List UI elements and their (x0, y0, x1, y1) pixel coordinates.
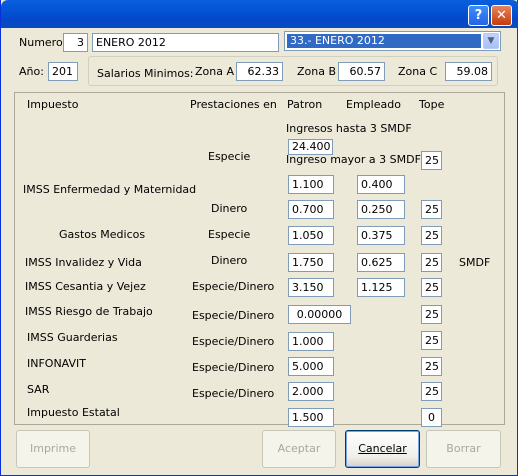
impuesto-estatal-label: Impuesto Estatal (27, 406, 120, 419)
riesgo-tope-field[interactable]: 25 (421, 305, 442, 324)
invalidez-empleado-field[interactable]: 0.625 (357, 253, 405, 272)
period-select-value: 33.- ENERO 2012 (287, 34, 481, 48)
dinero-tope-field[interactable]: 25 (421, 200, 442, 219)
especie-label: Especie (208, 150, 251, 163)
col-impuesto: Impuesto (27, 98, 79, 111)
guarderias-label: IMSS Guarderias (27, 331, 118, 344)
riesgo-label: IMSS Riesgo de Trabajo (25, 305, 153, 318)
dinero-label: Dinero (211, 202, 248, 215)
gastos-tope-field[interactable]: 25 (421, 226, 442, 245)
sar-prest-label: Especie/Dinero (192, 387, 275, 400)
infonavit-prest-label: Especie/Dinero (192, 361, 275, 374)
dinero-empleado-field[interactable]: 0.250 (357, 200, 405, 219)
guarderias-prest-label: Especie/Dinero (192, 335, 275, 348)
zona-b-field[interactable]: 60.57 (338, 62, 385, 81)
numero-label: Numero: (19, 36, 67, 49)
numero-field[interactable]: 3 (63, 33, 88, 52)
invalidez-label: IMSS Invalidez y Vida (25, 256, 142, 269)
gastos-patron-field[interactable]: 1.050 (288, 226, 334, 245)
salarios-label: Salarios Minimos: (97, 67, 194, 80)
dinero-patron-field[interactable]: 0.700 (288, 200, 334, 219)
cesantia-label: IMSS Cesantia y Vejez (25, 280, 146, 293)
especie-tope-field[interactable]: 25 (421, 151, 442, 170)
col-empleado: Empleado (346, 98, 401, 111)
infonavit-tope-field[interactable]: 25 (421, 357, 442, 376)
imss-enfermedad-label: IMSS Enfermedad y Maternidad (23, 183, 197, 196)
infonavit-label: INFONAVIT (27, 357, 86, 370)
periodo-field[interactable]: ENERO 2012 (92, 33, 279, 52)
title-bar: ? ✕ (1, 0, 518, 28)
ingresos-hasta-label: Ingresos hasta 3 SMDF (286, 122, 412, 135)
cesantia-empleado-field[interactable]: 1.125 (357, 278, 405, 297)
mayor-empleado-field[interactable]: 0.400 (357, 175, 405, 194)
cesantia-patron-field[interactable]: 3.150 (288, 278, 334, 297)
guarderias-patron-field[interactable]: 1.000 (288, 332, 334, 351)
invalidez-prest-label: Dinero (211, 254, 248, 267)
chevron-down-icon[interactable]: ▼ (483, 33, 499, 49)
estatal-tope-field[interactable]: 0 (421, 408, 442, 427)
zona-b-label: Zona B (297, 65, 337, 78)
period-select[interactable]: 33.- ENERO 2012 ▼ (284, 31, 501, 51)
guarderias-tope-field[interactable]: 25 (421, 331, 442, 350)
gastos-prest-label: Especie (208, 228, 251, 241)
invalidez-patron-field[interactable]: 1.750 (288, 253, 334, 272)
close-button[interactable]: ✕ (491, 5, 512, 26)
ingreso-mayor-label: Ingreso mayor a 3 SMDF (286, 153, 421, 166)
cesantia-tope-field[interactable]: 25 (421, 278, 442, 297)
cesantia-prest-label: Especie/Dinero (192, 280, 275, 293)
estatal-patron-field[interactable]: 1.500 (288, 408, 334, 427)
dialog-window: ? ✕ Numero: 3 ENERO 2012 33.- ENERO 2012… (0, 0, 518, 476)
col-patron: Patron (287, 98, 323, 111)
zona-c-field[interactable]: 59.08 (445, 62, 492, 81)
riesgo-patron-field[interactable]: 0.00000 (288, 305, 351, 324)
sar-tope-field[interactable]: 25 (421, 382, 442, 401)
riesgo-prest-label: Especie/Dinero (192, 309, 275, 322)
gastos-medicos-label: Gastos Medicos (59, 228, 146, 241)
invalidez-tope-field[interactable]: 25 (421, 253, 442, 272)
smdf-label: SMDF (459, 256, 491, 269)
infonavit-patron-field[interactable]: 5.000 (288, 357, 334, 376)
anio-field[interactable]: 201 (48, 62, 78, 81)
cancelar-label: Cancelar (358, 442, 407, 455)
aceptar-button[interactable]: Aceptar (262, 430, 336, 468)
zona-c-label: Zona C (398, 65, 438, 78)
zona-a-field[interactable]: 62.33 (236, 62, 283, 81)
imprime-button[interactable]: Imprime (16, 430, 90, 468)
zona-a-label: Zona A (195, 65, 234, 78)
help-button[interactable]: ? (468, 5, 489, 26)
col-tope: Tope (419, 98, 445, 111)
cancelar-button[interactable]: Cancelar (345, 430, 420, 468)
mayor-patron-field[interactable]: 1.100 (288, 175, 334, 194)
sar-patron-field[interactable]: 2.000 (288, 382, 334, 401)
gastos-empleado-field[interactable]: 0.375 (357, 226, 405, 245)
borrar-button[interactable]: Borrar (426, 430, 501, 468)
anio-label: Año: (19, 65, 44, 78)
col-prestaciones: Prestaciones en (190, 98, 277, 111)
sar-label: SAR (27, 383, 50, 396)
